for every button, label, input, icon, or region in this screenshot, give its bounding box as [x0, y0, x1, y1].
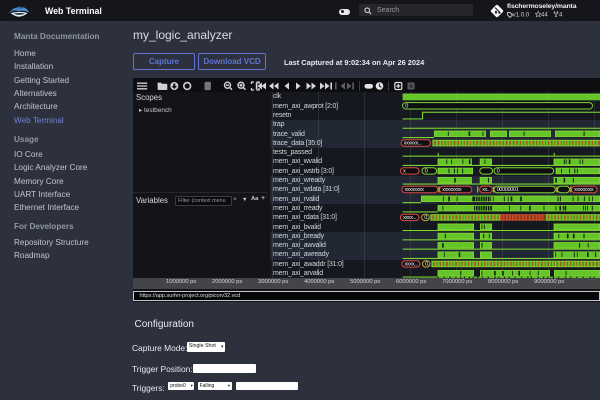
svg-text:xxxx...: xxxx... — [403, 215, 417, 221]
svg-text:xxxxxx...: xxxxxx... — [404, 141, 423, 147]
svg-text:0: 0 — [425, 169, 428, 175]
svg-text:xxxxxxxx: xxxxxxxx — [442, 187, 462, 193]
svg-text:xxxxxxxx: xxxxxxxx — [574, 187, 594, 193]
svg-text:0: 0 — [405, 104, 408, 110]
svg-text:xx..: xx.. — [482, 187, 490, 193]
svg-text:0..: 0.. — [425, 262, 431, 268]
svg-text:xxxxxxxx: xxxxxxxx — [404, 187, 424, 193]
svg-text:0: 0 — [497, 169, 500, 175]
svg-text:0..: 0.. — [424, 215, 430, 221]
svg-text:00000001: 00000001 — [497, 187, 519, 193]
svg-text:xxxx...: xxxx... — [405, 262, 419, 268]
